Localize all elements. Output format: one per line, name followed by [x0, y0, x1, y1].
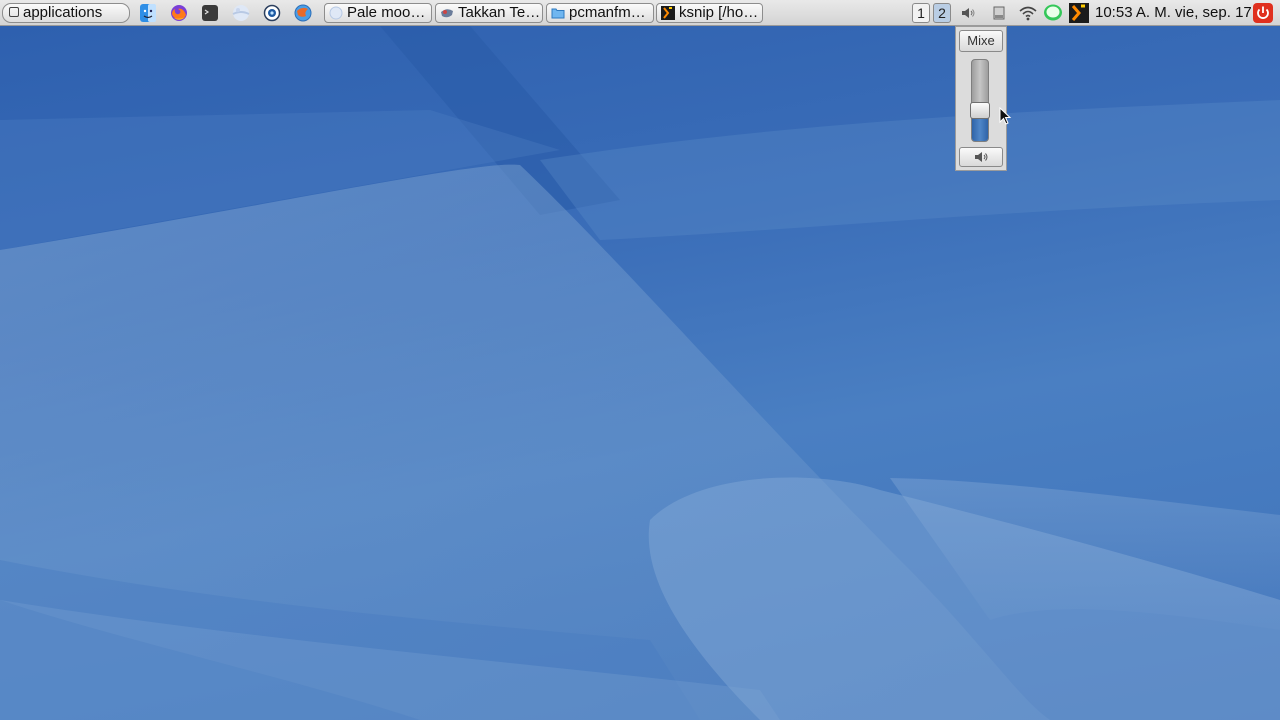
mouse-cursor-icon: [999, 107, 1012, 125]
finder-face-icon[interactable]: [138, 3, 158, 23]
mixer-button[interactable]: Mixe: [959, 30, 1003, 52]
top-panel: applications Pale moo… Takkan Te… pcmanf…: [0, 0, 1280, 26]
task-pcmanfm[interactable]: pcmanfm…: [546, 3, 654, 23]
task-label: ksnip [/ho…: [679, 4, 759, 21]
folder-icon: [551, 8, 565, 19]
chat-bubble-icon[interactable]: [1043, 3, 1063, 23]
desktop-wallpaper: [0, 0, 1280, 720]
firefox-icon[interactable]: [169, 3, 189, 23]
lock-icon: [9, 7, 19, 17]
workspace-1-button[interactable]: 1: [912, 3, 930, 23]
wallpaper-graphic: [0, 26, 1280, 720]
pale-moon-icon[interactable]: [231, 3, 251, 23]
task-ksnip[interactable]: ksnip [/ho…: [656, 3, 763, 23]
workspace-2-button[interactable]: 2: [933, 3, 951, 23]
task-label: pcmanfm…: [569, 4, 646, 21]
volume-popup: Mixe: [955, 26, 1007, 171]
volume-slider-track[interactable]: [971, 59, 989, 142]
task-pale-moon[interactable]: Pale moo…: [324, 3, 432, 23]
drive-icon[interactable]: [989, 3, 1009, 23]
ksnip-icon: [661, 6, 675, 20]
speaker-icon: [975, 152, 988, 162]
task-label: Pale moo…: [347, 4, 426, 21]
terminal-icon[interactable]: [200, 3, 220, 23]
clock[interactable]: 10:53 A. M. vie, sep. 17: [1095, 3, 1252, 23]
pale-moon-icon: [329, 6, 343, 20]
task-takkan[interactable]: Takkan Te…: [435, 3, 543, 23]
camera-icon[interactable]: [262, 3, 282, 23]
takkan-globe-icon[interactable]: [293, 3, 313, 23]
task-label: Takkan Te…: [458, 4, 541, 21]
takkan-icon: [441, 9, 453, 18]
wifi-icon[interactable]: [1018, 3, 1038, 23]
applications-menu-button[interactable]: applications: [2, 3, 130, 23]
volume-slider-thumb[interactable]: [970, 102, 990, 119]
applications-menu-label: applications: [23, 4, 103, 21]
ksnip-tray-icon[interactable]: [1069, 3, 1089, 23]
power-icon[interactable]: [1253, 3, 1273, 23]
volume-icon[interactable]: [958, 3, 978, 23]
mute-button[interactable]: [959, 147, 1003, 167]
